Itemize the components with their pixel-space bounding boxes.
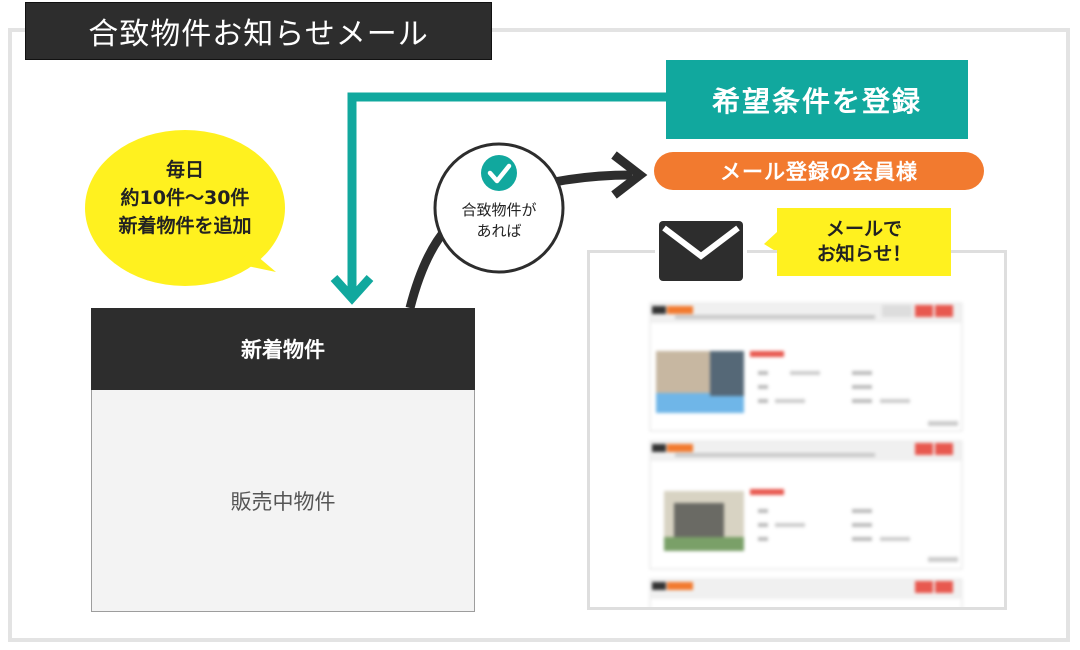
notify-line-1: メールで bbox=[825, 218, 902, 240]
register-conditions-box: 希望条件を登録 bbox=[666, 60, 968, 139]
email-listing-card bbox=[649, 578, 963, 607]
envelope-badge bbox=[655, 215, 747, 287]
match-line-1: 合致物件が bbox=[461, 201, 537, 219]
notify-bubble-tail bbox=[764, 232, 777, 252]
on-sale-listings-box: 販売中物件 bbox=[91, 390, 475, 612]
match-line-2: あれば bbox=[476, 222, 522, 240]
member-badge: メール登録の会員様 bbox=[654, 152, 984, 190]
bubble-line-1: 毎日 bbox=[165, 159, 204, 181]
bubble-line-2: 約10件〜30件 bbox=[120, 187, 250, 209]
email-preview bbox=[587, 250, 1007, 610]
bubble-text: 毎日 約10件〜30件 新着物件を追加 bbox=[80, 156, 290, 240]
checkmark-badge bbox=[481, 155, 517, 191]
match-text: 合致物件が あれば bbox=[437, 200, 561, 242]
notify-line-2: お知らせ！ bbox=[816, 243, 912, 265]
bubble-line-3: 新着物件を追加 bbox=[118, 215, 252, 237]
email-listing-card bbox=[649, 302, 963, 432]
new-listings-header: 新着物件 bbox=[91, 308, 475, 390]
email-listing-card bbox=[649, 440, 963, 570]
envelope-icon bbox=[659, 221, 743, 281]
email-preview-content bbox=[649, 302, 963, 607]
notify-bubble: メールで お知らせ！ bbox=[777, 208, 951, 276]
